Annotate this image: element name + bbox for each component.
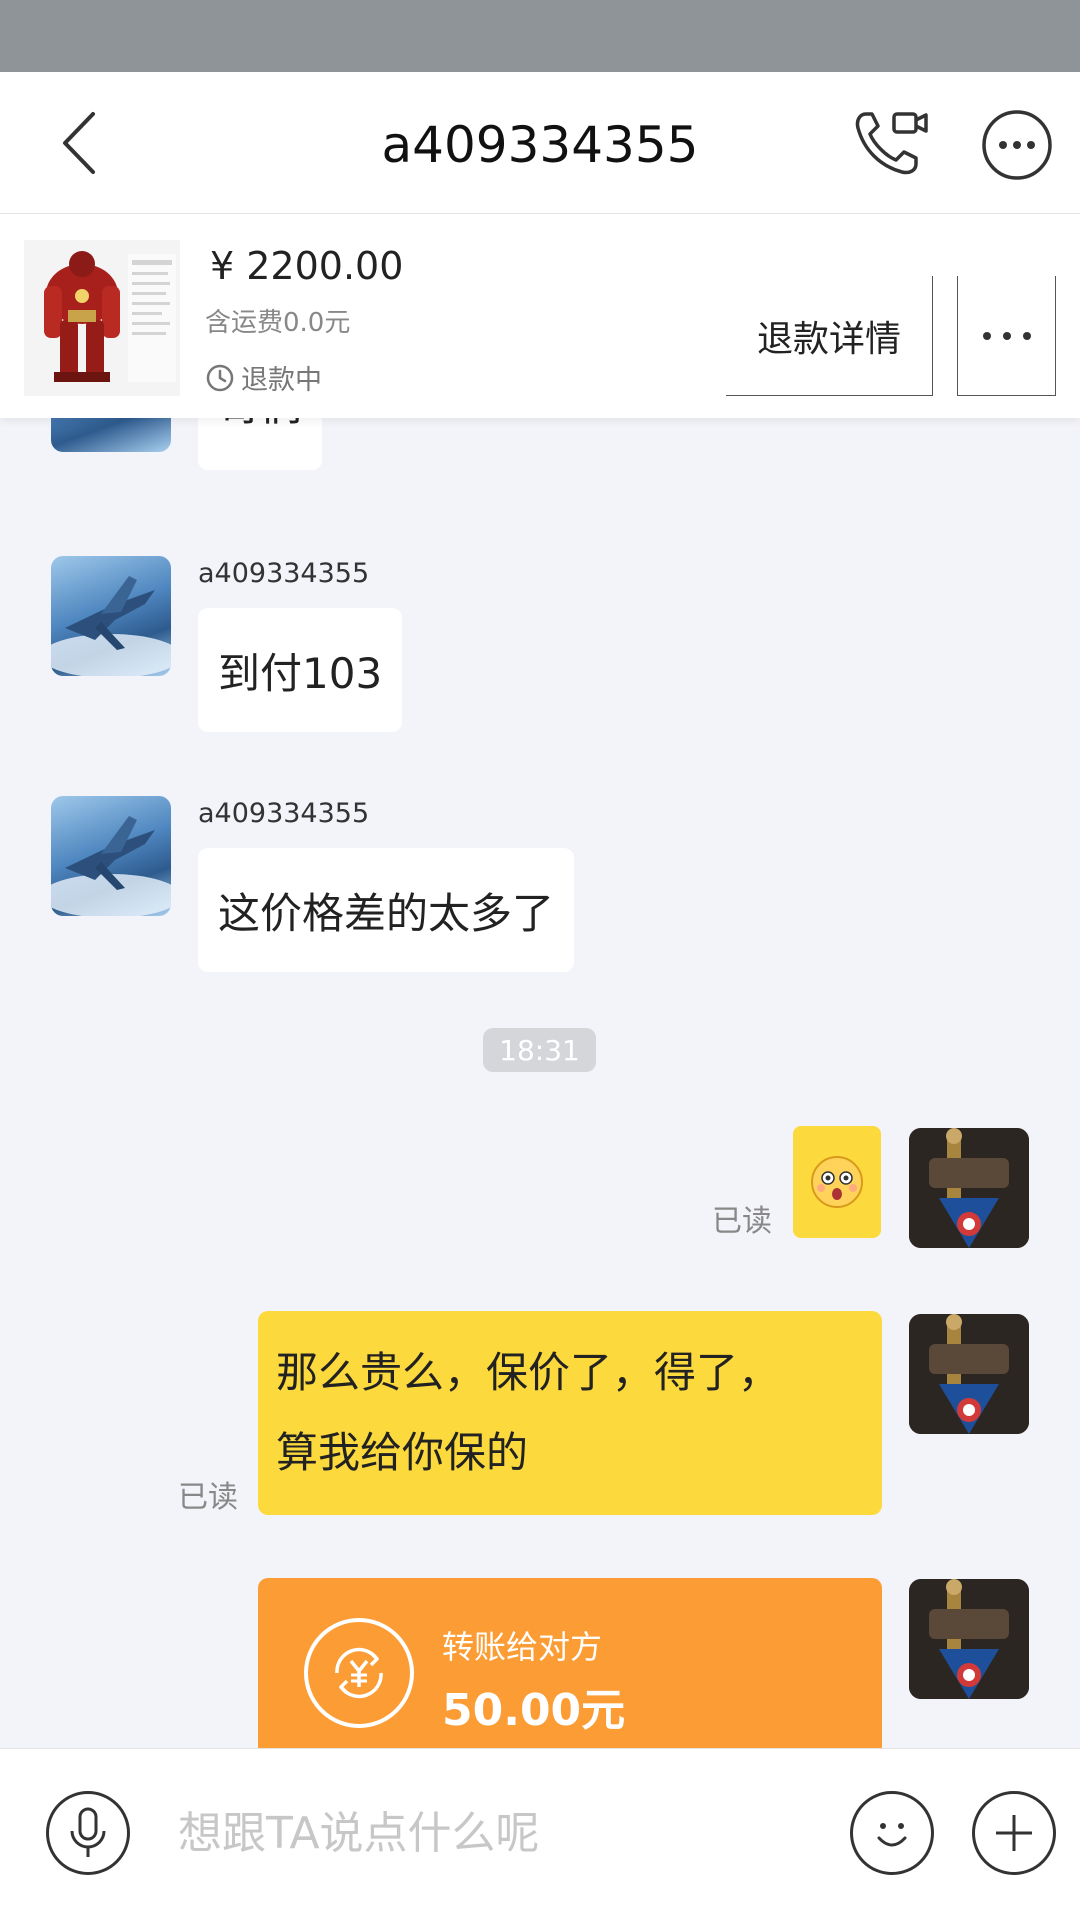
refund-details-button[interactable]: 退款详情 (726, 276, 933, 396)
refund-status-label: 退款中 (241, 365, 322, 396)
message-text-line: 那么贵么，保价了，得了， (276, 1348, 781, 1397)
jet-image (51, 576, 171, 676)
phone-video-icon (855, 112, 928, 175)
samurai-image (909, 1579, 1029, 1699)
sender-name: a409334355 (198, 798, 370, 829)
my-avatar[interactable] (909, 1579, 1029, 1699)
partner-avatar[interactable] (51, 418, 171, 452)
message-bubble[interactable]: 这价格差的太多了 (198, 848, 575, 972)
microphone-icon (70, 1807, 106, 1857)
ellipsis-icon (982, 331, 1031, 340)
transfer-card[interactable]: 转账给对方 50.00元 (258, 1578, 882, 1748)
samurai-image (909, 1314, 1029, 1434)
product-thumbnail[interactable] (24, 240, 180, 396)
message-text: 到付103 (218, 648, 383, 698)
ellipsis-circle-icon (982, 110, 1052, 180)
back-button[interactable] (44, 108, 114, 178)
order-more-button[interactable] (957, 276, 1056, 396)
sender-name: a409334355 (198, 558, 370, 589)
voice-button[interactable] (46, 1791, 130, 1875)
message-text: 这价格差的太多了 (218, 888, 555, 938)
shipping-fee: 含运费0.0元 (205, 308, 351, 338)
message-bubble[interactable]: 哥们 (198, 418, 323, 470)
time-divider: 18:31 (483, 1028, 596, 1072)
transfer-amount: 50.00元 (442, 1685, 626, 1736)
clock-icon (206, 364, 234, 391)
emoji-bubble[interactable] (793, 1126, 881, 1238)
refund-status: 退款中 (205, 358, 322, 397)
chat-area[interactable]: 哥们 a409334355 到付103 a409334355 这价格差的太多了 … (0, 418, 1080, 1748)
samurai-image (909, 1128, 1029, 1248)
transfer-label: 转账给对方 (442, 1628, 603, 1666)
yuan-transfer-icon (304, 1618, 414, 1728)
robot-figure-image (24, 240, 180, 396)
message-bubble[interactable]: 到付103 (198, 608, 403, 732)
surprised-face-icon (811, 1156, 863, 1208)
chat-header: a409334355 (0, 72, 1080, 214)
chevron-left-icon (63, 112, 95, 174)
my-avatar[interactable] (909, 1314, 1029, 1434)
plus-icon (996, 1815, 1032, 1851)
message-bubble[interactable]: 那么贵么，保价了，得了， 算我给你保的 (258, 1311, 882, 1515)
input-bar (0, 1748, 1080, 1920)
message-text: 哥们 (218, 418, 302, 433)
emoji-button[interactable] (850, 1791, 934, 1875)
jet-image (51, 816, 171, 916)
more-actions-button[interactable] (972, 1791, 1056, 1875)
call-button[interactable] (850, 106, 930, 180)
smiley-icon (877, 1823, 907, 1847)
status-bar (0, 0, 1080, 72)
message-input[interactable] (178, 1791, 818, 1875)
order-price: ¥ 2200.00 (210, 244, 404, 288)
order-bar: ¥ 2200.00 含运费0.0元 退款中 退款详情 (0, 214, 1080, 418)
message-text-line: 算我给你保的 (276, 1428, 529, 1477)
read-receipt: 已读 (712, 1204, 772, 1239)
partner-avatar[interactable] (51, 796, 171, 916)
read-receipt: 已读 (178, 1480, 238, 1515)
partner-avatar[interactable] (51, 556, 171, 676)
my-avatar[interactable] (909, 1128, 1029, 1248)
more-options-button[interactable] (980, 108, 1054, 182)
